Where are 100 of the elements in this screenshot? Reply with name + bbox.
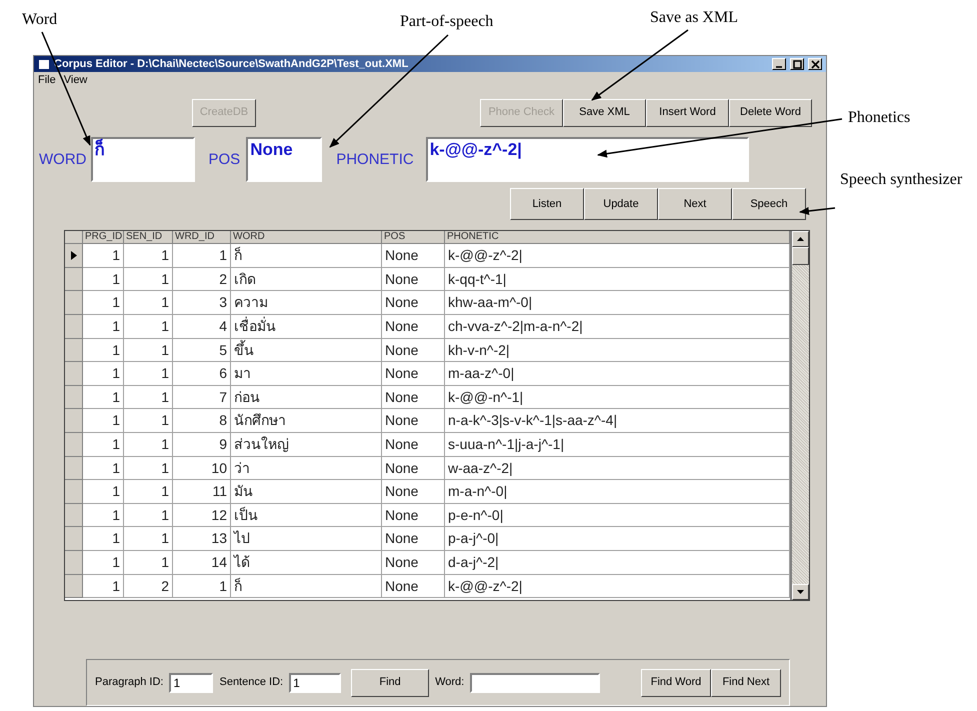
maximize-icon [792, 60, 802, 68]
button[interactable]: Find [351, 668, 430, 697]
button[interactable]: Find Next [711, 668, 781, 697]
table-cell: 5 [173, 338, 231, 362]
scroll-thumb[interactable] [792, 247, 809, 266]
button[interactable]: Insert Word [646, 98, 729, 127]
callout-label: Save as XML [650, 8, 738, 28]
menu-item[interactable]: File [38, 72, 56, 88]
field-label: Paragraph ID: [95, 675, 164, 690]
table-cell: ก็ [231, 244, 382, 268]
table-cell: 1 [83, 527, 124, 551]
callout-label: Speech synthesizer [840, 170, 964, 190]
callout-label: Phonetics [848, 108, 910, 128]
field-label: POS [208, 150, 240, 170]
table-cell: ความ [231, 291, 382, 316]
table-cell: None [382, 386, 445, 410]
input-field[interactable]: k-@@-z^-2| [426, 137, 749, 182]
scroll-up-button[interactable] [792, 231, 809, 248]
table-cell: 1 [124, 291, 173, 316]
table-cell: 12 [173, 504, 231, 528]
scrollbar[interactable] [792, 231, 809, 600]
button[interactable]: Save XML [563, 98, 646, 127]
maximize-button[interactable] [790, 58, 804, 70]
table-cell: 1 [83, 433, 124, 457]
close-button[interactable] [808, 58, 822, 70]
minimize-icon [776, 66, 782, 68]
table-cell: 1 [83, 550, 124, 575]
table-cell: None [382, 338, 445, 362]
button[interactable]: Listen [510, 188, 584, 220]
input-field[interactable] [470, 672, 600, 693]
table-cell: s-uua-n^-1|j-a-j^-1| [445, 433, 790, 457]
window-title: Corpus Editor - D:\Chai\Nectec\Source\SwathAndG2P\Test_out.XML [54, 56, 410, 72]
table-cell: ขึ้น [231, 338, 382, 362]
table-cell: kh-v-n^-2| [445, 338, 790, 362]
table-cell: 1 [124, 268, 173, 292]
table-cell: 1 [173, 574, 231, 598]
table-cell: 1 [124, 527, 173, 551]
table-cell: 1 [83, 315, 124, 339]
minimize-button[interactable] [772, 58, 786, 70]
scroll-down-button[interactable] [792, 584, 809, 600]
table-cell: 1 [83, 362, 124, 386]
table-cell: 1 [124, 338, 173, 362]
field-label: PHONETIC [336, 150, 414, 170]
table-cell: None [382, 362, 445, 386]
table-cell: k-@@-z^-2| [445, 574, 790, 598]
column-header[interactable]: SEN_ID [124, 231, 173, 244]
table-cell: k-@@-n^-1| [445, 386, 790, 410]
table-cell: ได้ [231, 550, 382, 575]
column-header[interactable]: POS [382, 231, 445, 244]
table-cell: None [382, 504, 445, 528]
table-cell: None [382, 315, 445, 339]
input-field[interactable]: ก็ [90, 137, 194, 182]
table-cell: 1 [83, 504, 124, 528]
table-cell: นักศึกษา [231, 409, 382, 434]
table-cell: d-a-j^-2| [445, 550, 790, 575]
table-cell: 2 [173, 268, 231, 292]
button[interactable]: Speech [732, 188, 806, 220]
table-cell: 1 [124, 480, 173, 504]
column-header[interactable]: PHONETIC [445, 231, 790, 244]
table-cell: เป็น [231, 504, 382, 528]
table-cell: ch-vva-z^-2|m-a-n^-2| [445, 315, 790, 339]
column-header[interactable]: PRG_ID [83, 231, 124, 244]
table-cell: 1 [83, 480, 124, 504]
input-field[interactable]: 1 [289, 672, 342, 693]
table-cell: มัน [231, 480, 382, 504]
table-cell: 14 [173, 550, 231, 575]
input-field[interactable]: 1 [169, 672, 214, 693]
table-cell: None [382, 550, 445, 575]
table-cell: 1 [124, 386, 173, 410]
table-cell: None [382, 480, 445, 504]
button[interactable]: Next [658, 188, 732, 220]
table-cell: 1 [83, 244, 124, 268]
table-cell: 2 [124, 574, 173, 598]
table-cell: 1 [124, 433, 173, 457]
table-cell: None [382, 527, 445, 551]
table-cell: khw-aa-m^-0| [445, 291, 790, 316]
table-cell: 3 [173, 291, 231, 316]
column-header[interactable]: WRD_ID [173, 231, 231, 244]
table-cell: 1 [124, 315, 173, 339]
table-cell: p-e-n^-0| [445, 504, 790, 528]
table-cell: None [382, 244, 445, 268]
button[interactable]: Update [584, 188, 658, 220]
table-cell: n-a-k^-3|s-v-k^-1|s-aa-z^-4| [445, 409, 790, 434]
column-header[interactable]: WORD [231, 231, 382, 244]
up-arrow-icon [797, 237, 804, 242]
field-label: Sentence ID: [219, 675, 284, 690]
button[interactable]: Delete Word [729, 98, 812, 127]
table-cell: ไป [231, 527, 382, 551]
table-cell: k-@@-z^-2| [445, 244, 790, 268]
table-cell: w-aa-z^-2| [445, 456, 790, 480]
menu-item[interactable]: View [64, 72, 88, 88]
callout-arrow [799, 207, 836, 215]
table-cell: ส่วนใหญ่ [231, 433, 382, 457]
row-header[interactable] [65, 244, 83, 268]
table-cell: p-a-j^-0| [445, 527, 790, 551]
table-cell: None [382, 291, 445, 316]
input-field[interactable]: None [246, 137, 322, 182]
table-cell: 1 [83, 456, 124, 480]
app-icon [38, 58, 50, 70]
button[interactable]: Find Word [641, 668, 711, 697]
